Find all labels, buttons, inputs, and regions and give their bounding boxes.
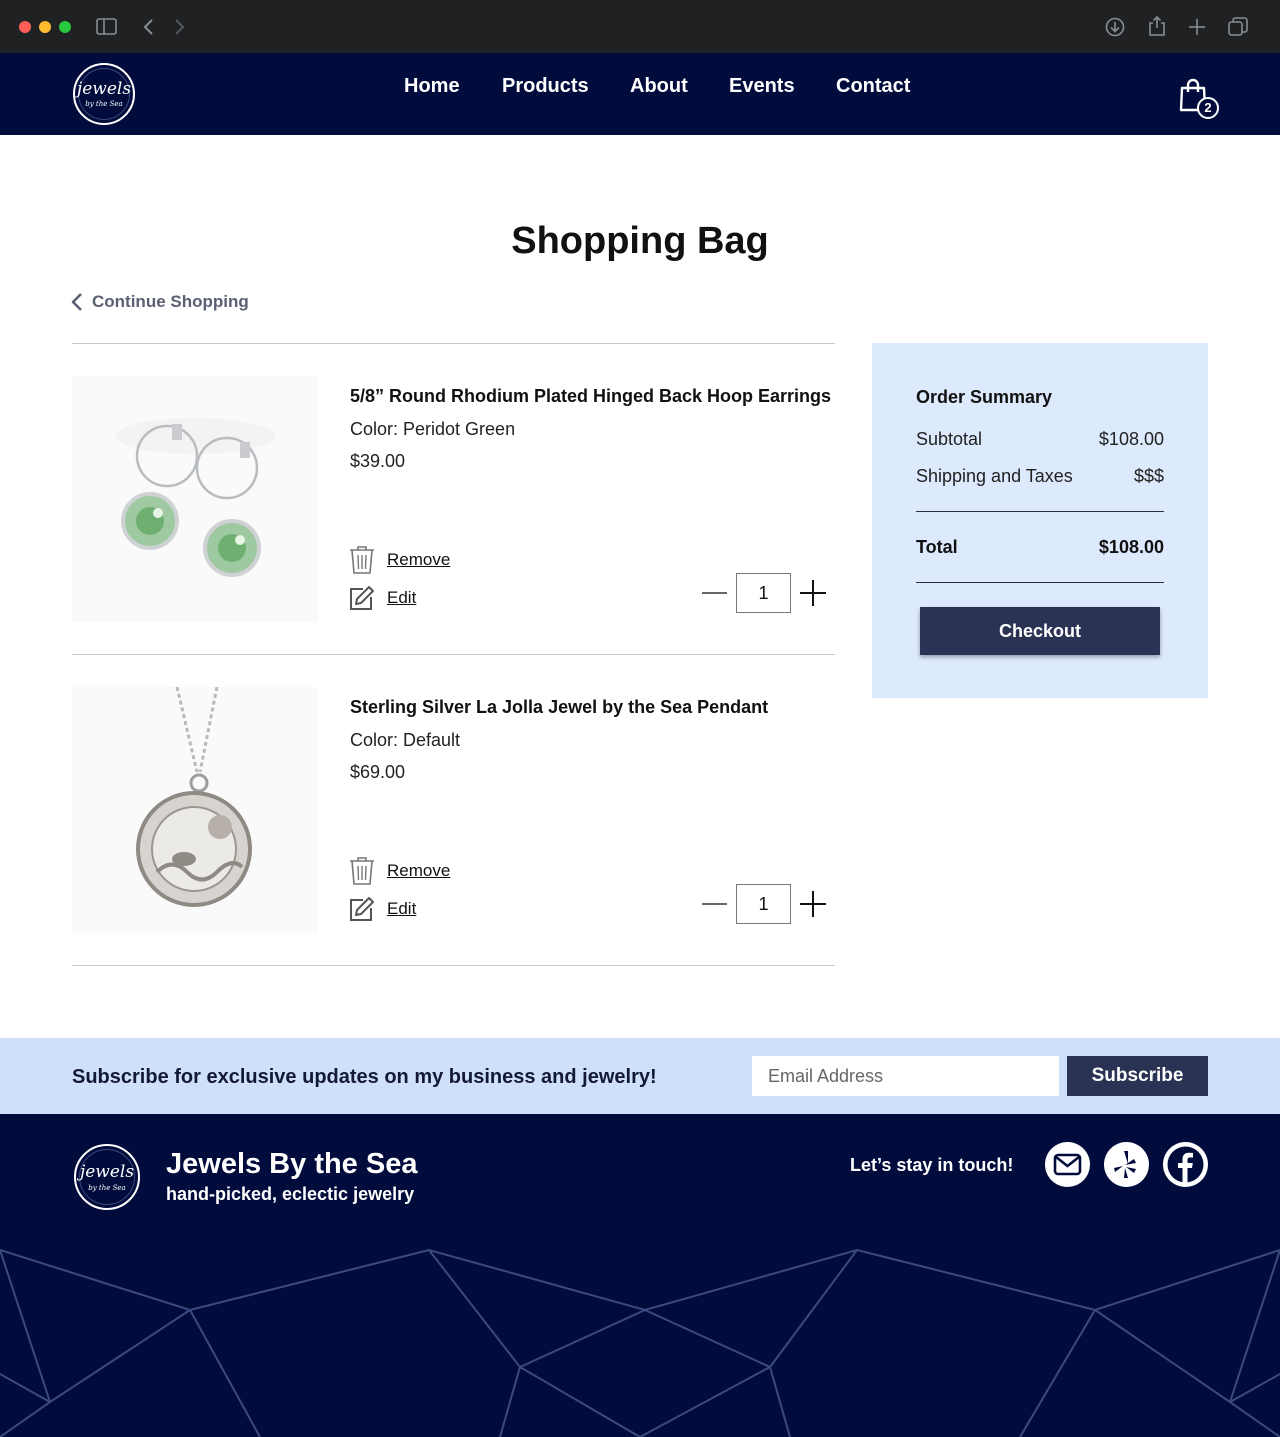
email-field[interactable] [752, 1056, 1059, 1096]
increase-quantity-button[interactable] [798, 889, 828, 919]
edit-label: Edit [387, 588, 417, 607]
email-link[interactable] [1045, 1142, 1090, 1187]
subscribe-bar: Subscribe for exclusive updates on my bu… [0, 1038, 1280, 1114]
site-footer: jewels by the Sea Jewels By the Sea hand… [0, 1114, 1280, 1437]
subscribe-button[interactable]: Subscribe [1067, 1056, 1208, 1096]
earrings-image [115, 418, 275, 577]
remove-label: Remove [387, 550, 451, 569]
divider [72, 654, 835, 655]
site-logo[interactable]: jewels by the Sea [73, 63, 135, 125]
shipping-row: Shipping and Taxes $$$ [916, 466, 1164, 487]
nav-events[interactable]: Events [729, 75, 795, 98]
logo-subtext: by the Sea [85, 100, 123, 108]
remove-label: Remove [387, 861, 451, 880]
edit-icon [350, 586, 374, 610]
facebook-icon [1167, 1146, 1204, 1183]
remove-item-button[interactable]: Remove [349, 857, 450, 885]
order-summary: Order Summary Subtotal $108.00 Shipping … [872, 343, 1208, 698]
nav-products[interactable]: Products [502, 75, 589, 98]
product-image-earrings[interactable] [72, 376, 318, 622]
item-title[interactable]: 5/8” Round Rhodium Plated Hinged Back Ho… [350, 386, 831, 407]
subtotal-row: Subtotal $108.00 [916, 429, 1164, 450]
browser-toolbar [0, 0, 1280, 53]
shipping-value: $$$ [1133, 466, 1164, 486]
share-icon[interactable] [1148, 15, 1166, 37]
checkout-button[interactable]: Checkout [920, 607, 1160, 655]
edit-label: Edit [387, 899, 417, 918]
shopping-bag-button[interactable]: 2 [1178, 78, 1222, 126]
footer-logo[interactable]: jewels by the Sea [74, 1144, 140, 1210]
increase-quantity-button[interactable] [798, 578, 828, 608]
edit-item-button[interactable]: Edit [349, 584, 416, 612]
nav-home[interactable]: Home [404, 75, 460, 98]
total-row: Total $108.00 [916, 537, 1164, 558]
total-label: Total [916, 537, 958, 557]
pendant-image [136, 687, 252, 907]
quantity-input[interactable] [736, 884, 791, 924]
continue-shopping-link[interactable]: Continue Shopping [70, 290, 249, 314]
footer-tagline: hand-picked, eclectic jewelry [166, 1184, 415, 1204]
divider [72, 965, 835, 966]
item-price: $69.00 [350, 762, 406, 782]
item-color: Color: Peridot Green [350, 419, 516, 439]
product-image-pendant[interactable] [72, 687, 318, 933]
facebook-link[interactable] [1163, 1142, 1208, 1187]
downloads-icon[interactable] [1105, 17, 1125, 37]
yelp-icon [1114, 1151, 1136, 1178]
trash-icon [350, 857, 374, 885]
yelp-link[interactable] [1104, 1142, 1149, 1187]
mail-icon [1053, 1153, 1082, 1176]
item-price: $39.00 [350, 451, 406, 471]
logo-text: jewels [79, 1162, 135, 1182]
logo-text: jewels [76, 79, 132, 99]
site-header: jewels by the Sea Home Products About Ev… [0, 53, 1280, 135]
logo-subtext: by the Sea [88, 1184, 126, 1192]
item-title[interactable]: Sterling Silver La Jolla Jewel by the Se… [350, 697, 768, 718]
divider [72, 343, 835, 344]
chevron-left-icon [71, 293, 82, 311]
nav-contact[interactable]: Contact [836, 75, 910, 98]
forward-icon[interactable] [174, 18, 186, 36]
decrease-quantity-button[interactable] [700, 579, 728, 607]
remove-item-button[interactable]: Remove [349, 546, 450, 574]
footer-brand-name: Jewels By the Sea [166, 1148, 418, 1180]
item-color: Color: Default [350, 730, 461, 750]
total-value: $108.00 [1098, 537, 1164, 557]
window-close-button[interactable] [19, 21, 31, 33]
nav-about[interactable]: About [630, 75, 688, 98]
subtotal-value: $108.00 [1098, 429, 1164, 449]
cart-count-badge: 2 [1197, 97, 1219, 119]
new-tab-icon[interactable] [1188, 18, 1206, 36]
edit-icon [350, 897, 374, 921]
continue-shopping-label: Continue Shopping [92, 292, 249, 311]
window-zoom-button[interactable] [59, 21, 71, 33]
quantity-input[interactable] [736, 573, 791, 613]
summary-divider [916, 511, 1164, 512]
stay-in-touch-text: Let’s stay in touch! [850, 1155, 1014, 1175]
decorative-geometric-pattern [0, 1248, 1280, 1437]
back-icon[interactable] [142, 18, 154, 36]
summary-divider [916, 582, 1164, 583]
subscribe-text: Subscribe for exclusive updates on my bu… [72, 1066, 657, 1088]
tab-overview-icon[interactable] [1228, 17, 1248, 37]
window-minimize-button[interactable] [39, 21, 51, 33]
decrease-quantity-button[interactable] [700, 890, 728, 918]
trash-icon [350, 546, 374, 574]
edit-item-button[interactable]: Edit [349, 895, 416, 923]
shipping-label: Shipping and Taxes [916, 466, 1073, 486]
summary-title: Order Summary [916, 387, 1053, 407]
sidebar-icon[interactable] [96, 18, 117, 35]
subtotal-label: Subtotal [916, 429, 983, 449]
page-title: Shopping Bag [511, 220, 769, 262]
